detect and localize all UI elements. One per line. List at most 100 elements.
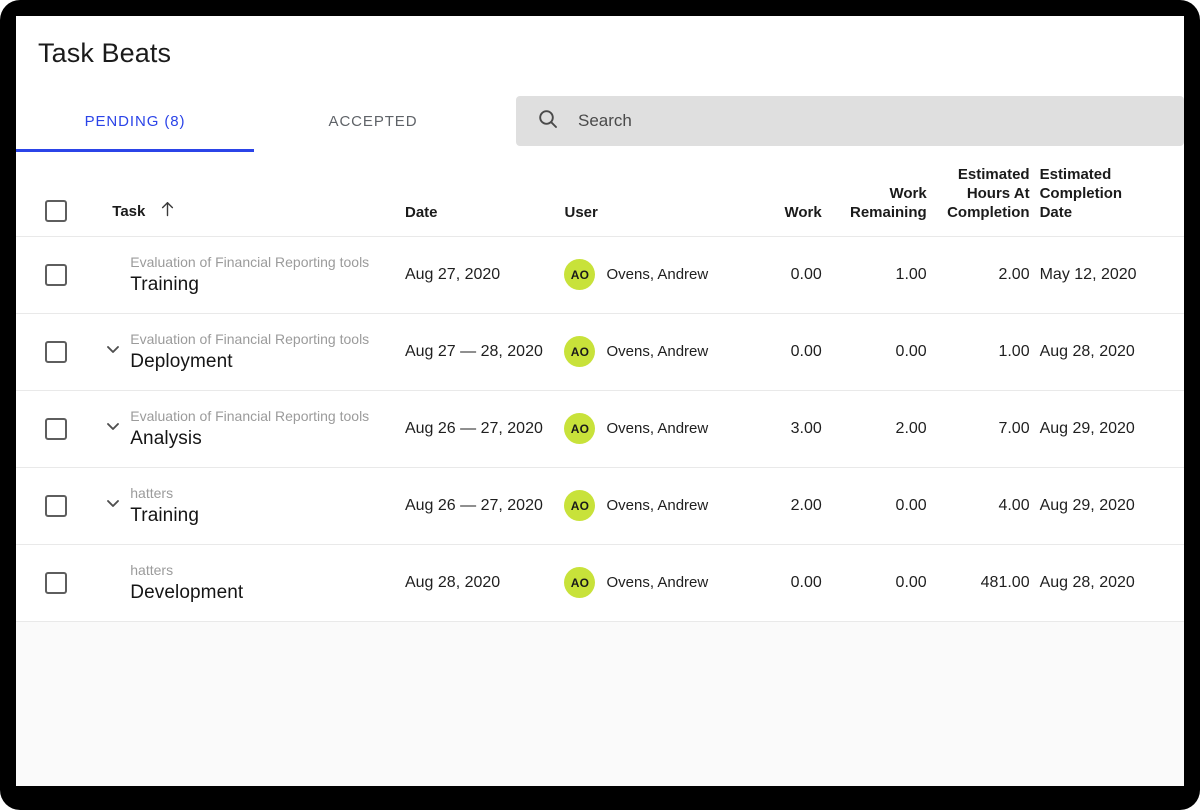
task-name: Training: [130, 272, 369, 298]
column-header-estimated-hours[interactable]: Estimated Hours At Completion: [927, 152, 1030, 236]
avatar: AO: [564, 490, 595, 521]
row-checkbox[interactable]: [45, 341, 67, 363]
work-remaining-value: 1.00: [822, 236, 927, 313]
table-row[interactable]: Evaluation of Financial Reporting tools …: [16, 390, 1184, 467]
tab-bar: PENDING (8) ACCEPTED Search: [16, 90, 1184, 152]
row-checkbox[interactable]: [45, 495, 67, 517]
task-date: Aug 28, 2020: [405, 544, 565, 621]
row-checkbox[interactable]: [45, 264, 67, 286]
table-row[interactable]: hatters Development Aug 28, 2020 AO Oven…: [16, 544, 1184, 621]
search-input[interactable]: Search: [516, 96, 1184, 146]
task-name: Analysis: [130, 426, 369, 452]
column-header-estimated-completion-date[interactable]: Estimated Completion Date: [1030, 152, 1184, 236]
estimated-hours-value: 4.00: [927, 467, 1030, 544]
work-value: 3.00: [739, 390, 821, 467]
task-parent-name: Evaluation of Financial Reporting tools: [130, 252, 369, 272]
estimated-completion-date-value: Aug 28, 2020: [1030, 313, 1184, 390]
table-row[interactable]: Evaluation of Financial Reporting tools …: [16, 313, 1184, 390]
row-checkbox[interactable]: [45, 572, 67, 594]
device-frame: Task Beats PENDING (8) ACCEPTED Search: [0, 0, 1200, 810]
work-remaining-value: 0.00: [822, 467, 927, 544]
task-date: Aug 26 — 27, 2020: [405, 467, 565, 544]
column-header-ecd-line-2: Completion: [1040, 184, 1184, 203]
user-name: Ovens, Andrew: [606, 497, 708, 514]
tab-pending-label: PENDING (8): [85, 113, 186, 130]
estimated-hours-value: 7.00: [927, 390, 1030, 467]
avatar: AO: [564, 413, 595, 444]
work-value: 0.00: [739, 236, 821, 313]
row-select-cell: [16, 313, 96, 390]
expand-slot: [96, 339, 130, 364]
avatar: AO: [564, 567, 595, 598]
estimated-completion-date-value: Aug 29, 2020: [1030, 390, 1184, 467]
work-value: 0.00: [739, 544, 821, 621]
task-cell: Evaluation of Financial Reporting tools …: [96, 236, 405, 313]
user-cell: AO Ovens, Andrew: [564, 313, 739, 390]
estimated-completion-date-value: May 12, 2020: [1030, 236, 1184, 313]
task-name: Deployment: [130, 349, 369, 375]
task-cell: hatters Development: [96, 544, 405, 621]
column-header-date[interactable]: Date: [405, 152, 565, 236]
user-cell: AO Ovens, Andrew: [564, 390, 739, 467]
row-select-cell: [16, 467, 96, 544]
user-name: Ovens, Andrew: [606, 343, 708, 360]
column-header-work-remaining[interactable]: Work Remaining: [822, 152, 927, 236]
task-cell: hatters Training: [96, 467, 405, 544]
task-name: Training: [130, 503, 199, 529]
avatar: AO: [564, 259, 595, 290]
user-cell: AO Ovens, Andrew: [564, 467, 739, 544]
estimated-hours-value: 481.00: [927, 544, 1030, 621]
column-header-task-label: Task: [112, 203, 145, 220]
tab-accepted[interactable]: ACCEPTED: [254, 90, 492, 152]
column-header-estimated-hours-line-3: Completion: [927, 203, 1030, 222]
task-date: Aug 27 — 28, 2020: [405, 313, 565, 390]
task-cell: Evaluation of Financial Reporting tools …: [96, 313, 405, 390]
column-header-task[interactable]: Task: [96, 152, 405, 236]
active-tab-underline: [16, 149, 254, 152]
estimated-hours-value: 2.00: [927, 236, 1030, 313]
work-remaining-value: 0.00: [822, 313, 927, 390]
column-header-work-remaining-line-1: Work: [822, 184, 927, 203]
column-header-work[interactable]: Work: [739, 152, 821, 236]
tab-pending[interactable]: PENDING (8): [16, 90, 254, 152]
user-cell: AO Ovens, Andrew: [564, 544, 739, 621]
work-remaining-value: 2.00: [822, 390, 927, 467]
column-header-estimated-hours-line-2: Hours At: [927, 184, 1030, 203]
user-cell: AO Ovens, Andrew: [564, 236, 739, 313]
task-table: Task Date User Work: [16, 152, 1184, 622]
table-row[interactable]: hatters Training Aug 26 — 27, 2020 AO Ov…: [16, 467, 1184, 544]
expand-slot: [96, 416, 130, 441]
task-date: Aug 26 — 27, 2020: [405, 390, 565, 467]
chevron-down-icon[interactable]: [103, 493, 123, 518]
row-select-cell: [16, 544, 96, 621]
column-header-user[interactable]: User: [564, 152, 739, 236]
task-parent-name: hatters: [130, 483, 199, 503]
column-header-estimated-hours-line-1: Estimated: [927, 165, 1030, 184]
column-header-ecd-line-1: Estimated: [1040, 165, 1184, 184]
table-header: Task Date User Work: [16, 152, 1184, 236]
user-name: Ovens, Andrew: [606, 574, 708, 591]
user-name: Ovens, Andrew: [606, 420, 708, 437]
arrow-up-icon[interactable]: [160, 201, 175, 222]
column-header-ecd-line-3: Date: [1040, 203, 1184, 222]
task-date: Aug 27, 2020: [405, 236, 565, 313]
chevron-down-icon[interactable]: [103, 339, 123, 364]
estimated-completion-date-value: Aug 29, 2020: [1030, 467, 1184, 544]
table-body: Evaluation of Financial Reporting tools …: [16, 236, 1184, 621]
task-parent-name: Evaluation of Financial Reporting tools: [130, 329, 369, 349]
column-header-work-remaining-line-2: Remaining: [822, 203, 927, 222]
avatar: AO: [564, 336, 595, 367]
app-window: Task Beats PENDING (8) ACCEPTED Search: [16, 16, 1184, 786]
tab-accepted-label: ACCEPTED: [329, 113, 418, 130]
table-row[interactable]: Evaluation of Financial Reporting tools …: [16, 236, 1184, 313]
task-cell: Evaluation of Financial Reporting tools …: [96, 390, 405, 467]
row-checkbox[interactable]: [45, 418, 67, 440]
chevron-down-icon[interactable]: [103, 416, 123, 441]
column-header-work-line-1: Work: [739, 203, 821, 222]
work-remaining-value: 0.00: [822, 544, 927, 621]
estimated-completion-date-value: Aug 28, 2020: [1030, 544, 1184, 621]
select-all-checkbox[interactable]: [45, 200, 67, 222]
work-value: 2.00: [739, 467, 821, 544]
table-empty-area: [16, 622, 1184, 782]
task-parent-name: Evaluation of Financial Reporting tools: [130, 406, 369, 426]
